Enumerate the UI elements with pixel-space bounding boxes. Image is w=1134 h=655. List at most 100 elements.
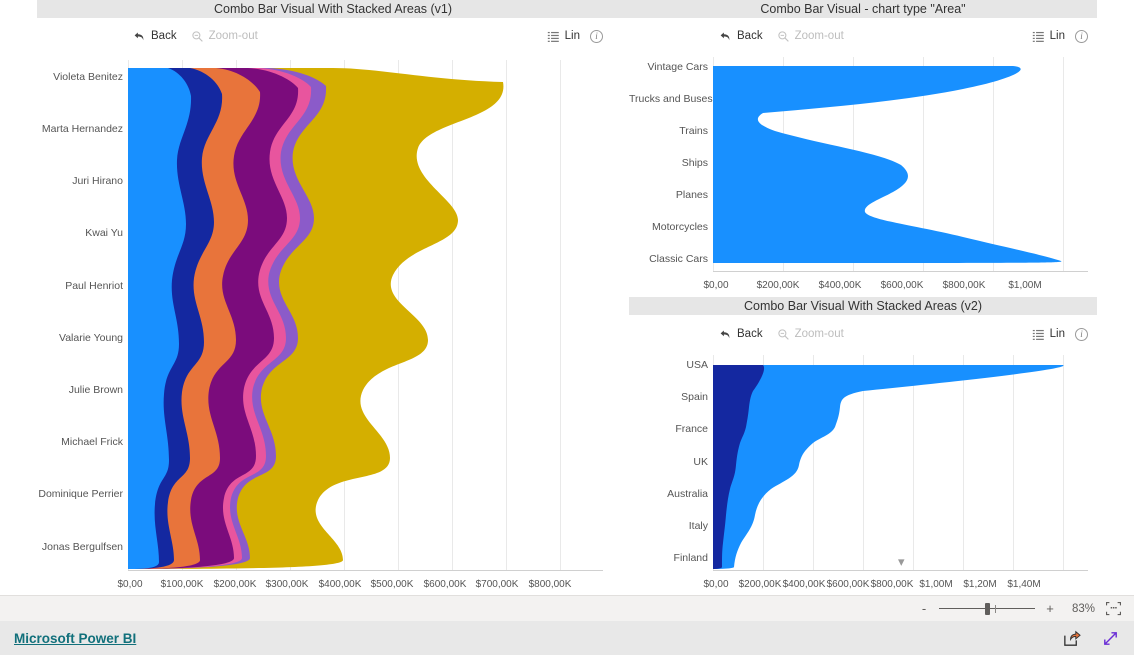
y-tick-label: Vintage Cars: [647, 61, 708, 73]
x-tick-label: $1,00M: [919, 579, 953, 590]
fit-to-page-icon[interactable]: [1105, 601, 1122, 616]
stacked-area-svg-v1: [128, 60, 561, 570]
y-tick-label: Motorcycles: [651, 221, 708, 233]
legend-toggle-button[interactable]: Lin: [1032, 328, 1065, 341]
x-tick-label: $1,20M: [963, 579, 997, 590]
back-arrow-icon: [133, 30, 146, 43]
panel-combo-bar-area: Combo Bar Visual - chart type "Area" Bac…: [629, 0, 1097, 296]
back-label: Back: [737, 328, 763, 340]
y-tick-label: Marta Hernandez: [41, 123, 123, 135]
panel-title-v2: Combo Bar Visual With Stacked Areas (v2): [629, 297, 1097, 315]
zoom-out-button[interactable]: Zoom-out: [777, 30, 844, 43]
magnifier-minus-icon: [777, 328, 790, 341]
x-tick-label: $600,00K: [880, 280, 924, 291]
y-tick-label: Italy: [688, 520, 708, 532]
y-tick-label: Jonas Bergulfsen: [41, 541, 123, 553]
back-label: Back: [737, 30, 763, 42]
x-tick-label: $300,00K: [265, 579, 309, 590]
back-label: Back: [151, 30, 177, 42]
panel-title-area: Combo Bar Visual - chart type "Area": [629, 0, 1097, 18]
legend-label: Lin: [1049, 30, 1065, 42]
x-tick-label: $1,40M: [1007, 579, 1041, 590]
x-tick-label: $400,00K: [782, 579, 826, 590]
info-circle-icon[interactable]: i: [1075, 29, 1088, 43]
zoom-out-label: Zoom-out: [794, 328, 844, 340]
zoom-increase-button[interactable]: +: [1045, 601, 1055, 616]
y-tick-label: Dominique Perrier: [38, 488, 123, 500]
x-axis-line-v1: [128, 570, 603, 571]
y-tick-label: Classic Cars: [649, 253, 708, 265]
zoom-slider[interactable]: [939, 602, 1035, 615]
legend-toggle-button[interactable]: Lin: [1032, 30, 1065, 43]
zoom-out-button[interactable]: Zoom-out: [777, 328, 844, 341]
zoom-out-label: Zoom-out: [794, 30, 844, 42]
x-axis-line-area: [713, 271, 1088, 272]
x-tick-label: $600,00K: [423, 579, 467, 590]
y-tick-label: France: [675, 423, 708, 435]
y-tick-label: Paul Henriot: [65, 280, 123, 292]
x-tick-label: $1,00M: [1008, 280, 1042, 291]
x-tick-label: $100,00K: [160, 579, 204, 590]
y-tick-label: Spain: [681, 391, 708, 403]
area-svg: [713, 57, 1064, 271]
back-arrow-icon: [719, 30, 732, 43]
y-tick-label: Valarie Young: [58, 332, 123, 344]
x-tick-label: $400,00K: [318, 579, 362, 590]
info-circle-icon[interactable]: i: [1075, 327, 1088, 341]
chevron-down-icon[interactable]: ▾: [898, 555, 905, 568]
powerbi-brand-link[interactable]: Microsoft Power BI: [14, 631, 136, 646]
zoom-decrease-button[interactable]: -: [919, 601, 929, 616]
x-tick-label: $500,00K: [370, 579, 414, 590]
powerbi-report-canvas: Combo Bar Visual With Stacked Areas (v1)…: [0, 0, 1134, 655]
y-tick-label: Ships: [681, 157, 708, 169]
zoom-out-label: Zoom-out: [208, 30, 258, 42]
x-tick-label: $200,00K: [756, 280, 800, 291]
x-tick-label: $800,00K: [870, 579, 914, 590]
legend-list-icon: [1032, 328, 1045, 341]
stacked-area-svg-v2: [713, 355, 1064, 570]
legend-label: Lin: [1049, 328, 1065, 340]
footer-bar: Microsoft Power BI: [0, 621, 1134, 655]
y-tick-label: Kwai Yu: [85, 227, 123, 239]
back-button[interactable]: Back: [719, 30, 763, 43]
panel-title-v1: Combo Bar Visual With Stacked Areas (v1): [37, 0, 629, 18]
zoom-slider-handle[interactable]: [985, 602, 991, 615]
share-icon[interactable]: [1062, 629, 1081, 648]
zoom-slider-tick: [994, 604, 996, 613]
legend-label: Lin: [564, 30, 580, 42]
back-button[interactable]: Back: [719, 328, 763, 341]
magnifier-minus-icon: [777, 30, 790, 43]
zoom-percent-label: 83%: [1071, 602, 1095, 615]
back-arrow-icon: [719, 328, 732, 341]
x-tick-label: $0,00: [703, 579, 729, 590]
legend-toggle-button[interactable]: Lin: [547, 30, 580, 43]
y-tick-label: USA: [686, 359, 708, 371]
y-tick-label: Violeta Benitez: [53, 71, 123, 83]
panel-toolbar-area: Back Zoom-out Lin i: [629, 24, 1097, 48]
chart-plot-area: [713, 57, 1088, 271]
x-tick-label: $700,00K: [475, 579, 519, 590]
y-tick-label: UK: [693, 456, 708, 468]
panel-toolbar-v2: Back Zoom-out Lin i: [629, 322, 1097, 346]
y-tick-label: Finland: [673, 552, 708, 564]
y-tick-label: Trucks and Buses: [629, 93, 713, 105]
y-tick-label: Michael Frick: [61, 436, 123, 448]
y-tick-label: Juri Hirano: [72, 175, 123, 187]
zoom-out-button[interactable]: Zoom-out: [191, 30, 258, 43]
x-axis-line-v2: [713, 570, 1088, 571]
legend-list-icon: [1032, 30, 1045, 43]
x-tick-label: $400,00K: [818, 280, 862, 291]
back-button[interactable]: Back: [133, 30, 177, 43]
y-tick-label: Planes: [675, 189, 708, 201]
x-tick-label: $0,00: [117, 579, 143, 590]
x-tick-label: $0,00: [703, 280, 729, 291]
info-circle-icon[interactable]: i: [590, 29, 603, 43]
x-tick-label: $600,00K: [826, 579, 870, 590]
x-tick-label: $800,00K: [528, 579, 572, 590]
y-tick-label: Julie Brown: [68, 384, 123, 396]
panel-combo-bar-v1: Combo Bar Visual With Stacked Areas (v1)…: [37, 0, 629, 595]
panel-combo-bar-v2: Combo Bar Visual With Stacked Areas (v2)…: [629, 297, 1097, 595]
x-tick-label: $800,00K: [942, 280, 986, 291]
fullscreen-icon[interactable]: [1101, 629, 1120, 648]
y-tick-label: Australia: [667, 488, 708, 500]
